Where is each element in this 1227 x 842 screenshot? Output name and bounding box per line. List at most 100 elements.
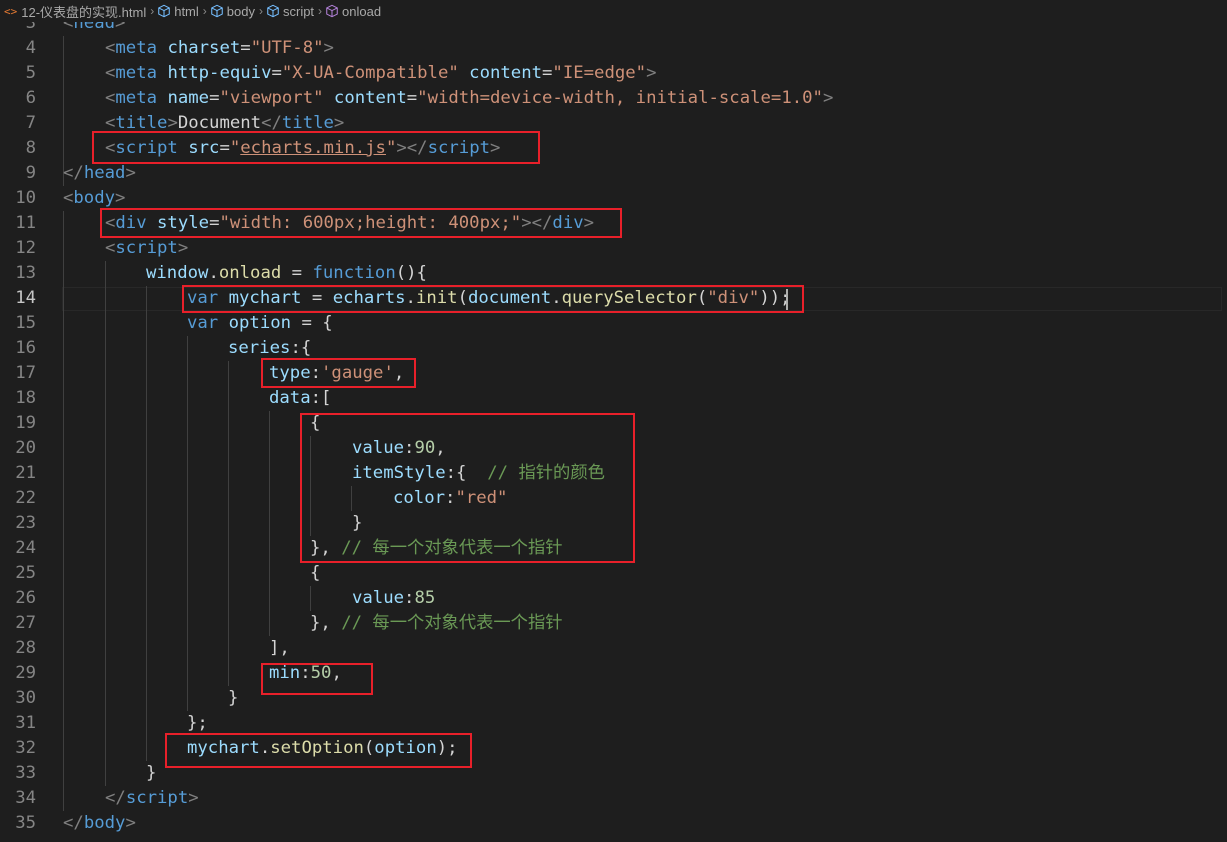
code-token: data: [269, 388, 311, 408]
chevron-right-icon: ›: [258, 4, 263, 18]
code-line[interactable]: 5 <meta http-equiv="X-UA-Compatible" cont…: [0, 61, 1227, 86]
code-token: option: [228, 313, 292, 333]
line-number: 20: [15, 438, 36, 458]
code-line[interactable]: 6 <meta name="viewport" content="width=de…: [0, 86, 1227, 111]
line-number: 7: [25, 113, 36, 133]
code-token: =: [209, 88, 220, 108]
code-token: 'gauge': [321, 363, 394, 383]
code-token: "div": [707, 288, 760, 308]
code-line[interactable]: 8 <script src="echarts.min.js"></script>: [0, 136, 1227, 161]
code-token: :: [404, 438, 415, 458]
code-line[interactable]: 31};: [0, 711, 1227, 736]
line-number: 6: [25, 88, 36, 108]
line-content: var mychart = echarts.init(document.quer…: [187, 286, 791, 311]
code-token: content: [469, 63, 543, 83]
code-line[interactable]: 12 <script>: [0, 236, 1227, 261]
code-token: // 指针的颜色: [487, 463, 605, 483]
line-number: 5: [25, 63, 36, 83]
code-token: echarts.min.js: [240, 138, 386, 158]
line-content: type:'gauge',: [269, 361, 404, 386]
code-token: init: [415, 288, 458, 308]
line-content: {: [310, 411, 320, 436]
code-line[interactable]: 13 window.onload = function(){: [0, 261, 1227, 286]
code-token: >: [188, 788, 199, 808]
line-content: </body>: [63, 811, 136, 836]
code-token: <: [105, 63, 116, 83]
code-line[interactable]: 28],: [0, 636, 1227, 661]
chevron-right-icon: ›: [150, 4, 155, 18]
code-line[interactable]: 17 type:'gauge',: [0, 361, 1227, 386]
code-line[interactable]: 16 series:{: [0, 336, 1227, 361]
code-line[interactable]: 26 value:85: [0, 586, 1227, 611]
code-token: setOption: [270, 738, 364, 758]
code-area[interactable]: 3 <head> 4 <meta charset="UTF-8"> 5 <meta h…: [0, 0, 1227, 842]
code-token: =: [301, 288, 333, 308]
text-cursor: [786, 289, 788, 310]
code-line[interactable]: 21 itemStyle:{ // 指针的颜色: [0, 461, 1227, 486]
code-token: .: [551, 288, 562, 308]
code-line[interactable]: 22 color:"red": [0, 486, 1227, 511]
code-token: <: [105, 113, 116, 133]
line-content: min:50,: [269, 661, 342, 686]
code-line[interactable]: 18 data:[: [0, 386, 1227, 411]
line-number: 13: [15, 263, 36, 283]
code-token: // 每一个对象代表一个指针: [341, 538, 563, 558]
code-line[interactable]: 24}, // 每一个对象代表一个指针: [0, 536, 1227, 561]
line-number: 33: [15, 763, 36, 783]
breadcrumb-file-label: 12-仪表盘的实现.html: [21, 4, 147, 20]
code-token: =: [281, 263, 313, 283]
code-line[interactable]: 23}: [0, 511, 1227, 536]
code-line[interactable]: 30}: [0, 686, 1227, 711]
code-line[interactable]: 35 </body>: [0, 811, 1227, 836]
code-line[interactable]: 27}, // 每一个对象代表一个指针: [0, 611, 1227, 636]
code-line[interactable]: 11 <div style="width: 600px;height: 400px…: [0, 211, 1227, 236]
line-content: {: [310, 561, 320, 586]
code-token: =: [542, 63, 553, 83]
line-content: <body>: [63, 186, 125, 211]
code-line[interactable]: 15 var option = {: [0, 311, 1227, 336]
line-content: color:"red": [393, 486, 507, 511]
code-line[interactable]: 14 var mychart = echarts.init(document.qu…: [0, 286, 1227, 311]
line-number: 32: [15, 738, 36, 758]
breadcrumb-item-script[interactable]: script: [266, 4, 314, 19]
code-token: div: [552, 213, 584, 233]
breadcrumb-item-body[interactable]: body: [210, 4, 255, 19]
code-line[interactable]: 9 </head>: [0, 161, 1227, 186]
line-content: }, // 每一个对象代表一个指针: [310, 536, 563, 561]
code-editor[interactable]: 3 <head> 4 <meta charset="UTF-8"> 5 <meta h…: [0, 0, 1227, 842]
code-token: content: [333, 88, 407, 108]
code-line[interactable]: 34 </script>: [0, 786, 1227, 811]
code-line[interactable]: 29 min:50,: [0, 661, 1227, 686]
line-number: 4: [25, 38, 36, 58]
code-token: :: [300, 663, 311, 683]
code-line[interactable]: 33}: [0, 761, 1227, 786]
code-token: =: [219, 138, 230, 158]
code-token: }: [146, 763, 157, 783]
code-token: </: [63, 813, 84, 833]
code-token: .: [208, 263, 219, 283]
code-token: >: [115, 188, 126, 208]
code-line[interactable]: 7 <title>Document</title>: [0, 111, 1227, 136]
code-line[interactable]: 25 {: [0, 561, 1227, 586]
breadcrumb-file[interactable]: <> 12-仪表盘的实现.html: [0, 2, 146, 21]
code-token: mychart: [187, 738, 260, 758]
breadcrumb-item-onload[interactable]: onload: [325, 4, 381, 19]
cube-icon: [267, 4, 279, 18]
line-number: 14: [15, 288, 36, 308]
code-line[interactable]: 20 value:90,: [0, 436, 1227, 461]
code-token: }: [228, 688, 239, 708]
code-line[interactable]: 4 <meta charset="UTF-8">: [0, 36, 1227, 61]
line-number: 8: [25, 138, 36, 158]
code-line[interactable]: 32 mychart.setOption(option);: [0, 736, 1227, 761]
code-token: itemStyle: [352, 463, 446, 483]
code-line[interactable]: 10 <body>: [0, 186, 1227, 211]
breadcrumb-item-html[interactable]: html: [157, 4, 199, 19]
code-token: (){: [395, 263, 427, 283]
code-token: script: [427, 138, 491, 158]
code-line[interactable]: 19 {: [0, 411, 1227, 436]
line-number: 23: [15, 513, 36, 533]
code-token: <: [105, 138, 116, 158]
code-token: // 每一个对象代表一个指针: [341, 613, 563, 633]
